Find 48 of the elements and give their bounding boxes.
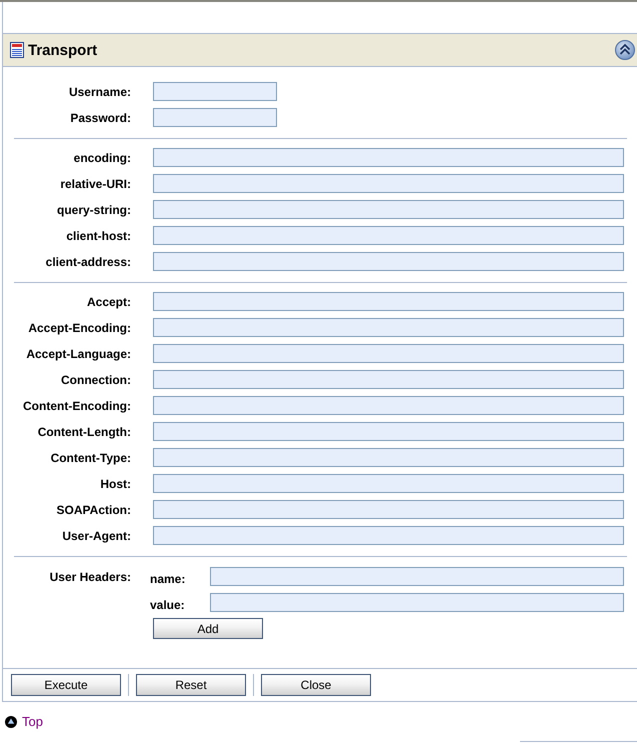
field-label: client-address:: [44, 254, 131, 268]
field-label: encoding:: [72, 150, 131, 164]
field-label: value:: [150, 596, 186, 612]
field-label: SOAPAction:: [56, 502, 131, 516]
action-button[interactable]: Execute: [11, 674, 121, 696]
input-field[interactable]: [153, 174, 624, 193]
input-field[interactable]: [153, 474, 624, 493]
field-label: query-string:: [56, 202, 131, 216]
action-button[interactable]: Reset: [136, 674, 246, 696]
field-label: client-host:: [65, 228, 131, 242]
field-label: Host:: [99, 476, 131, 490]
input-field[interactable]: [153, 370, 624, 389]
input-field[interactable]: [153, 108, 277, 127]
input-field[interactable]: [153, 448, 624, 467]
input-field[interactable]: [153, 148, 624, 167]
top-link[interactable]: Top: [22, 714, 43, 729]
double-chevron-up-icon[interactable]: [615, 40, 635, 60]
input-field[interactable]: [153, 226, 624, 245]
field-label: Accept-Encoding:: [27, 320, 131, 334]
input-field[interactable]: [153, 500, 624, 519]
input-field[interactable]: [210, 567, 624, 586]
input-field[interactable]: [153, 396, 624, 415]
field-label: name:: [150, 570, 186, 586]
field-label: Connection:: [60, 372, 131, 386]
field-label: Content-Encoding:: [22, 398, 131, 412]
input-field[interactable]: [210, 593, 624, 612]
field-label: User Headers:: [48, 569, 131, 584]
field-label: relative-URI:: [59, 176, 131, 190]
input-field[interactable]: [153, 292, 624, 311]
field-label: Accept-Language:: [25, 346, 131, 360]
input-field[interactable]: [153, 318, 624, 337]
field-label: Password:: [69, 110, 131, 124]
input-field[interactable]: [153, 344, 624, 363]
form-document-icon: [9, 42, 25, 58]
add-button[interactable]: Add: [153, 618, 263, 639]
field-label: Content-Length:: [36, 424, 131, 438]
up-triangle-circle-icon: [5, 716, 17, 728]
panel-title: Transport: [28, 42, 98, 58]
field-label: Username:: [68, 84, 131, 98]
field-label: Content-Type:: [50, 450, 131, 464]
input-field[interactable]: [153, 200, 624, 219]
action-button[interactable]: Close: [261, 674, 371, 696]
input-field[interactable]: [153, 252, 624, 271]
field-label: User-Agent:: [61, 528, 131, 542]
field-label: Accept:: [86, 294, 131, 308]
input-field[interactable]: [153, 526, 624, 545]
input-field[interactable]: [153, 82, 277, 101]
input-field[interactable]: [153, 422, 624, 441]
